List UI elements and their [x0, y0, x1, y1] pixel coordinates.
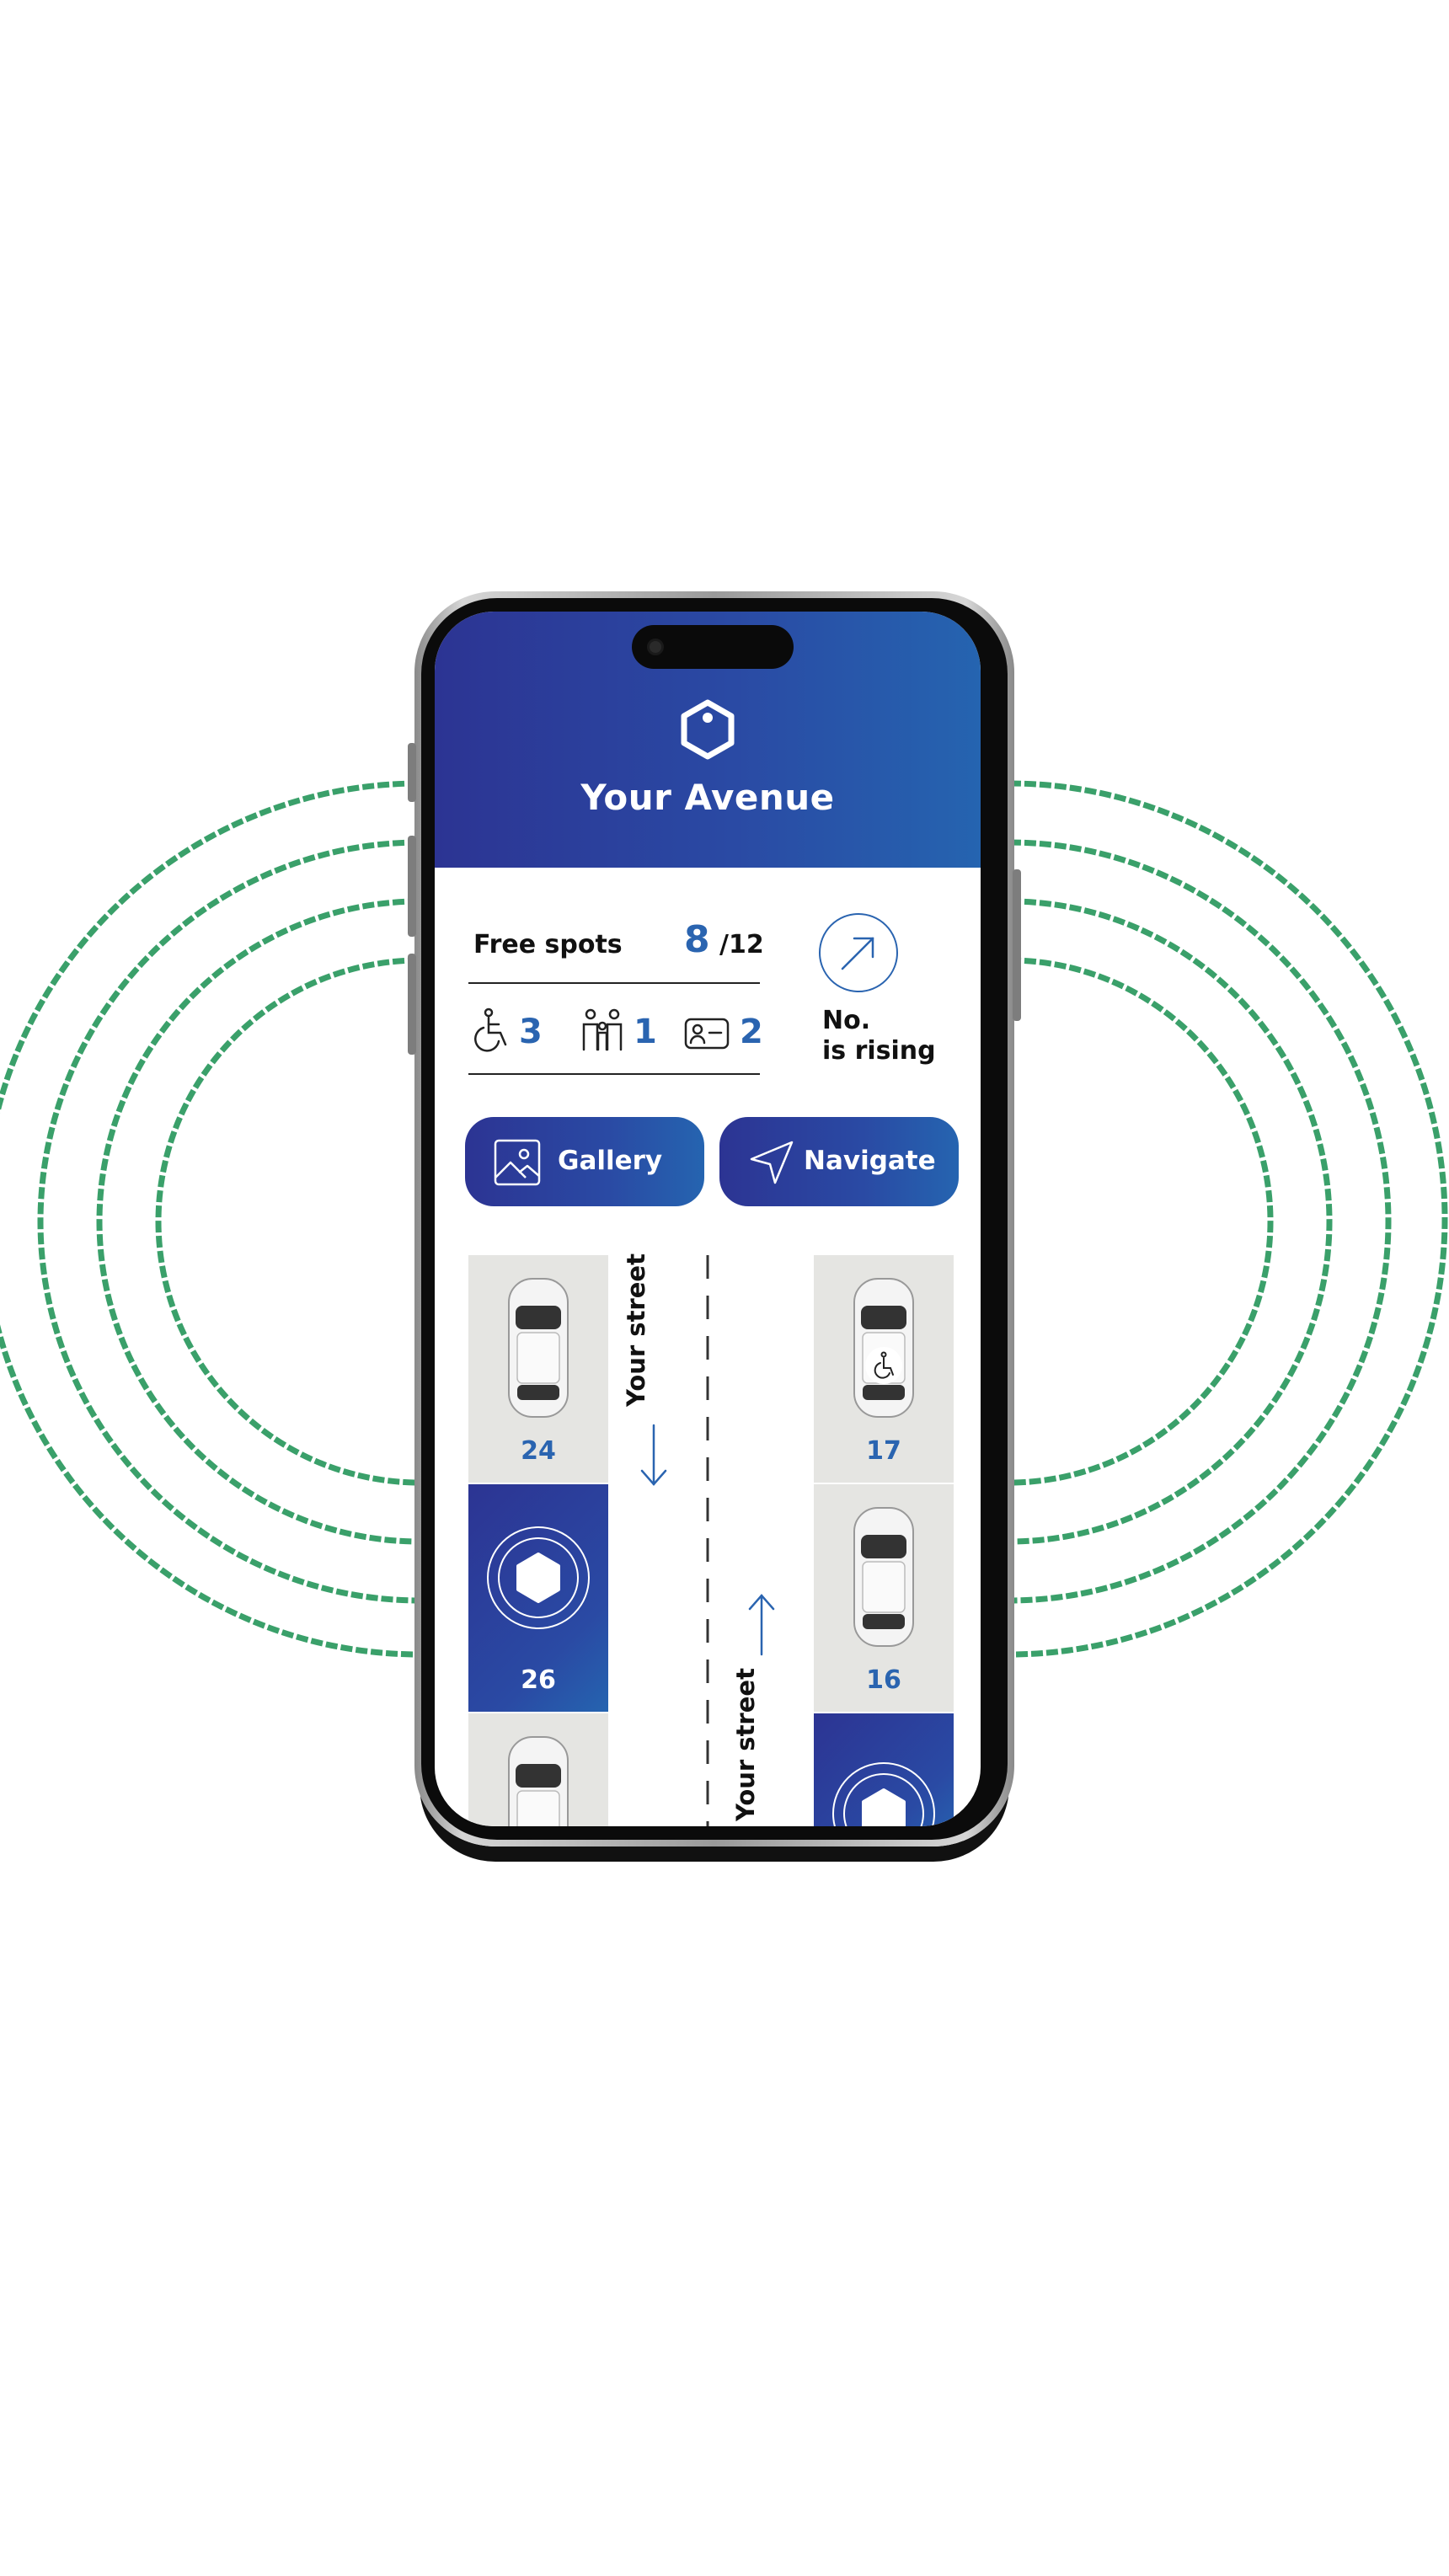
navigation-arrow-icon — [750, 1141, 794, 1184]
divider — [468, 1073, 760, 1075]
arrow-down-icon — [640, 1424, 667, 1486]
car-icon — [508, 1278, 569, 1418]
spot-number: 16 — [866, 1665, 901, 1695]
gallery-button-label: Gallery — [558, 1146, 663, 1176]
family-spots-count: 1 — [634, 1013, 657, 1051]
navigate-button[interactable]: Navigate — [719, 1117, 959, 1206]
free-spots-count: 8 — [684, 918, 710, 961]
divider — [468, 982, 760, 984]
arrow-up-right-icon — [841, 937, 874, 970]
parking-map: 24 26 Your street Your street 17 16 — [435, 1253, 981, 1826]
image-icon — [494, 1139, 541, 1186]
app-screen: Your Avenue Free spots 8 /12 3 1 2 No. i… — [435, 612, 981, 1826]
parking-spot-24[interactable]: 24 — [468, 1255, 608, 1483]
permit-spots-count: 2 — [740, 1013, 763, 1051]
free-spots-label: Free spots — [473, 930, 623, 959]
family-icon — [582, 1008, 623, 1051]
dynamic-island — [632, 625, 794, 669]
total-spots: /12 — [719, 930, 764, 959]
permit-card-icon — [684, 1018, 730, 1050]
wheelchair-badge-icon — [865, 1347, 902, 1384]
page-title: Your Avenue — [580, 777, 835, 818]
wheelchair-icon — [474, 1007, 507, 1052]
car-icon — [853, 1507, 914, 1647]
spot-number: 17 — [866, 1436, 901, 1466]
gallery-button[interactable]: Gallery — [465, 1117, 704, 1206]
arrow-up-icon — [748, 1594, 775, 1656]
spot-number: 26 — [521, 1665, 556, 1695]
spot-number: 24 — [521, 1436, 556, 1466]
parking-spot-16[interactable]: 16 — [814, 1484, 954, 1712]
trend-indicator — [819, 913, 898, 992]
power-button — [1013, 869, 1021, 1021]
parking-spot-17[interactable]: 17 — [814, 1255, 954, 1483]
trend-line-2: is rising — [822, 1036, 936, 1066]
parking-spot-free[interactable] — [814, 1713, 954, 1826]
navigate-button-label: Navigate — [804, 1146, 936, 1176]
volume-up-button — [408, 836, 416, 937]
accessible-spots-count: 3 — [519, 1013, 543, 1051]
free-spot-marker-icon — [832, 1762, 935, 1826]
phone-frame: Your Avenue Free spots 8 /12 3 1 2 No. i… — [408, 591, 1021, 1846]
trend-text: No. is rising — [822, 1006, 936, 1066]
free-spot-marker-icon — [487, 1526, 590, 1629]
hexagon-logo-icon — [681, 699, 735, 760]
street-label-down: Your street — [622, 1253, 650, 1407]
action-button — [408, 743, 416, 802]
parking-spot-26[interactable]: 26 — [468, 1484, 608, 1712]
car-icon — [508, 1736, 569, 1826]
front-camera — [647, 639, 664, 655]
trend-line-1: No. — [822, 1006, 871, 1035]
street-label-up: Your street — [731, 1668, 760, 1821]
parking-spot[interactable] — [468, 1713, 608, 1826]
volume-down-button — [408, 954, 416, 1055]
lane-divider — [706, 1255, 709, 1826]
